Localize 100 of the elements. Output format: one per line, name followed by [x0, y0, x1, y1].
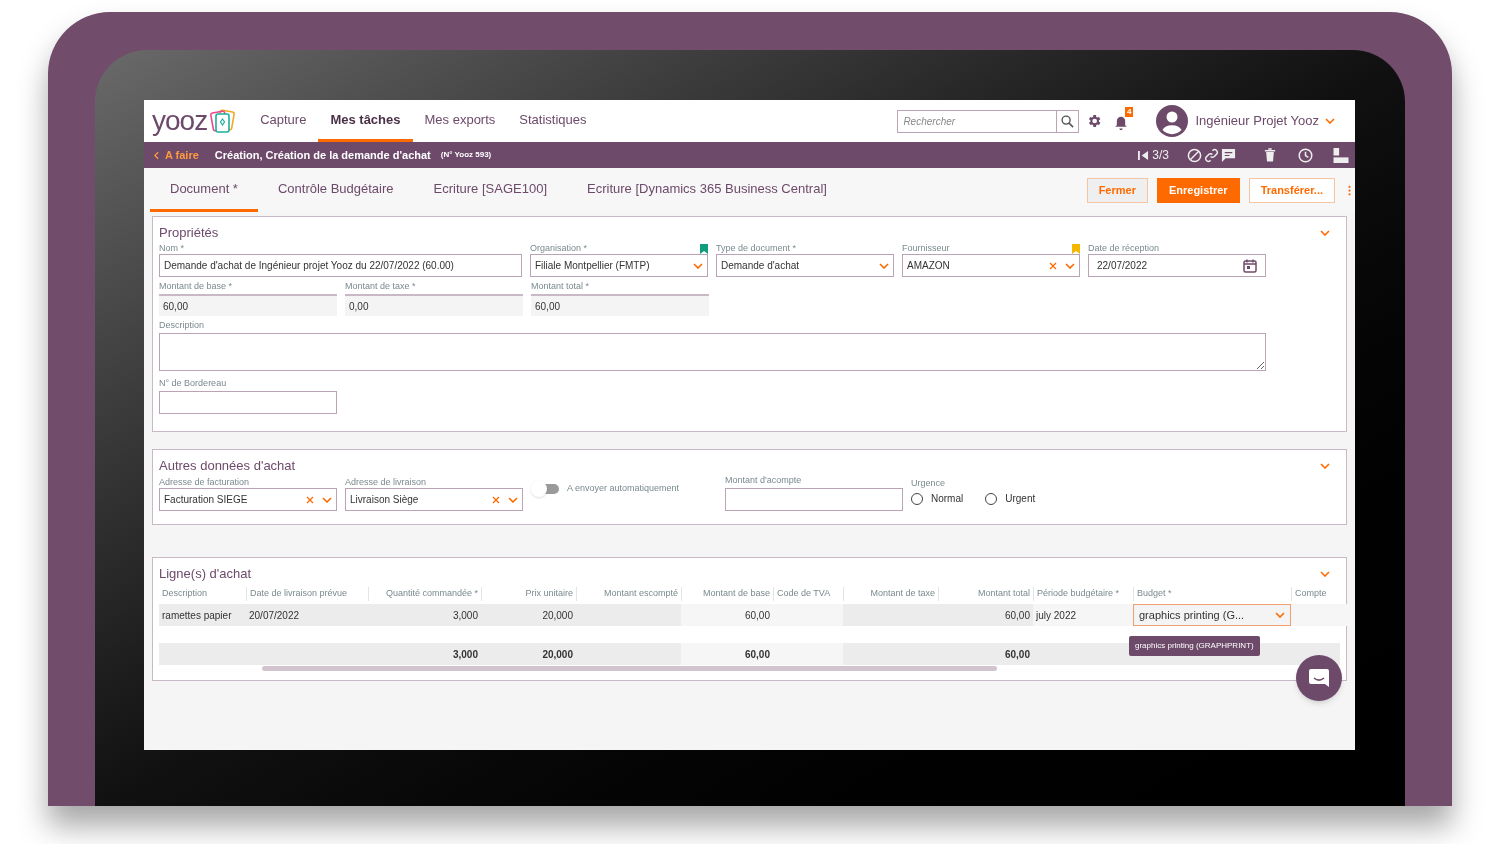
readonly-field: 60,00: [159, 294, 337, 316]
date-field[interactable]: 22/07/2022: [1088, 254, 1266, 277]
table-cell: 60,00: [681, 604, 773, 626]
text-field[interactable]: Demande d'achat de Ingénieur projet Yooz du 22/07/2022 (60.00): [159, 254, 522, 277]
select-field[interactable]: AMAZON: [902, 254, 1080, 277]
back-link[interactable]: A faire: [154, 146, 199, 164]
radio-option[interactable]: Urgent: [985, 491, 1036, 506]
select-field[interactable]: Filiale Montpellier (FMTP): [530, 254, 708, 277]
table-cell: july 2022: [1033, 604, 1133, 626]
search-icon[interactable]: [1061, 114, 1075, 128]
description-field[interactable]: [159, 333, 1266, 371]
clear-icon[interactable]: [492, 495, 500, 504]
document-number: (N° Yooz 593): [440, 149, 492, 161]
chat-icon[interactable]: [1308, 667, 1330, 689]
user-menu[interactable]: Ingénieur Projet Yooz: [1195, 111, 1335, 131]
field-label: N° de Bordereau: [159, 377, 228, 389]
document-title: Création, Création de la demande d'achat: [214, 147, 431, 163]
select-field[interactable]: Facturation SIEGE: [159, 488, 337, 511]
column-header: Compte: [1291, 587, 1351, 601]
clock-icon[interactable]: [1298, 147, 1313, 163]
table-cell-text: 3,000: [451, 608, 479, 623]
search-field[interactable]: Rechercher: [897, 109, 1058, 133]
chevron-down-icon: [1275, 612, 1285, 618]
clear-icon[interactable]: [306, 495, 314, 504]
table-cell-text: 20/07/2022: [248, 608, 301, 623]
chevron-down-icon: [879, 262, 889, 269]
back-chevron-icon[interactable]: [154, 150, 159, 160]
section-title: Ligne(s) d'achat: [159, 566, 252, 582]
nav-tab[interactable]: Mes exports: [412, 100, 508, 142]
deposit-field[interactable]: [725, 488, 903, 511]
budget-select[interactable]: graphics printing (G...: [1133, 604, 1291, 626]
section-title: Autres données d'achat: [159, 458, 296, 474]
first-page-icon[interactable]: [1138, 149, 1150, 161]
toggle-switch[interactable]: [533, 483, 559, 494]
column-header: Budget *: [1133, 587, 1291, 601]
field-label: Adresse de livraison: [345, 476, 427, 488]
field-label: Adresse de facturation: [159, 476, 250, 488]
layout-icon[interactable]: [1333, 147, 1349, 163]
nav-tab[interactable]: Statistiques: [507, 100, 599, 142]
select-field[interactable]: Livraison Siège: [345, 488, 523, 511]
bell-icon[interactable]: [1114, 116, 1129, 131]
select-field[interactable]: Demande d'achat: [716, 254, 894, 277]
forbidden-icon[interactable]: [1187, 147, 1202, 163]
chat-button[interactable]: [1296, 655, 1342, 701]
readonly-field: 60,00: [531, 294, 709, 316]
more-icon[interactable]: [1348, 183, 1351, 197]
chevron-down-icon: [693, 262, 703, 269]
chevron-down-icon: [1320, 571, 1330, 577]
link-icon[interactable]: [1204, 147, 1219, 163]
field-label: Nom *: [159, 242, 184, 254]
total-cell-text: 3,000: [451, 647, 479, 662]
document-tab[interactable]: Ecriture [SAGE100]: [413, 168, 567, 212]
field-label: Montant d'acompte: [725, 474, 803, 486]
calendar-icon[interactable]: [1243, 258, 1257, 273]
chevron-down-icon: [1325, 118, 1335, 124]
tooltip: graphics printing (GRAPHPRINT): [1129, 636, 1260, 656]
field-label: Montant de base *: [159, 280, 233, 292]
chevron-down-icon: [322, 496, 332, 503]
search-button[interactable]: [1057, 109, 1080, 133]
column-header: Prix unitaire: [481, 587, 576, 601]
field-label: Urgence: [911, 477, 947, 489]
chevron-down-icon: [1320, 463, 1330, 469]
column-header: Montant de base: [681, 587, 773, 601]
field-label: Type de document *: [716, 242, 797, 254]
chevron-down-icon: [1065, 262, 1075, 269]
readonly-field: 0,00: [345, 294, 523, 316]
section-title: Propriétés: [159, 225, 219, 241]
table-cell-text: 60,00: [1003, 608, 1031, 623]
column-header: Description: [161, 587, 209, 601]
field-label: Description: [159, 319, 206, 331]
field-label: Organisation *: [530, 242, 588, 254]
comment-icon[interactable]: [1221, 147, 1236, 163]
total-cell: 60,00: [681, 643, 773, 665]
column-header: Montant total: [938, 587, 1033, 601]
nav-tab[interactable]: Capture: [248, 100, 319, 142]
field-label: Date de réception: [1088, 242, 1160, 254]
document-tab[interactable]: Document *: [150, 168, 258, 212]
field-label: Fournisseur: [902, 242, 950, 254]
scrollbar-thumb[interactable]: [262, 666, 997, 671]
document-tab[interactable]: Ecriture [Dynamics 365 Business Central]: [567, 168, 847, 212]
field-label: Montant de taxe *: [345, 280, 416, 292]
avatar-icon[interactable]: [1156, 105, 1189, 137]
total-cell-text: 20,000: [541, 647, 574, 662]
document-tab[interactable]: Contrôle Budgétaire: [257, 168, 414, 212]
radio-option[interactable]: Normal: [911, 491, 964, 506]
total-cell-text: 60,00: [1003, 647, 1031, 662]
notification-badge: 4: [1124, 107, 1134, 117]
pager-count: 3/3: [1152, 147, 1169, 164]
column-header: Montant de taxe: [843, 587, 938, 601]
column-header: Montant escompté: [576, 587, 681, 601]
logo-cards-icon: [210, 108, 237, 134]
bordereau-field[interactable]: [159, 391, 337, 414]
column-header: Période budgétaire *: [1033, 587, 1133, 601]
toggle-label: A envoyer automatiquement: [567, 482, 680, 495]
trash-icon[interactable]: [1264, 148, 1276, 162]
column-header: Quantité commandée *: [368, 587, 481, 601]
chevron-down-icon: [508, 496, 518, 503]
clear-icon[interactable]: [1049, 261, 1057, 270]
settings-icon[interactable]: [1086, 113, 1103, 129]
logo-text: yooz: [152, 107, 208, 135]
